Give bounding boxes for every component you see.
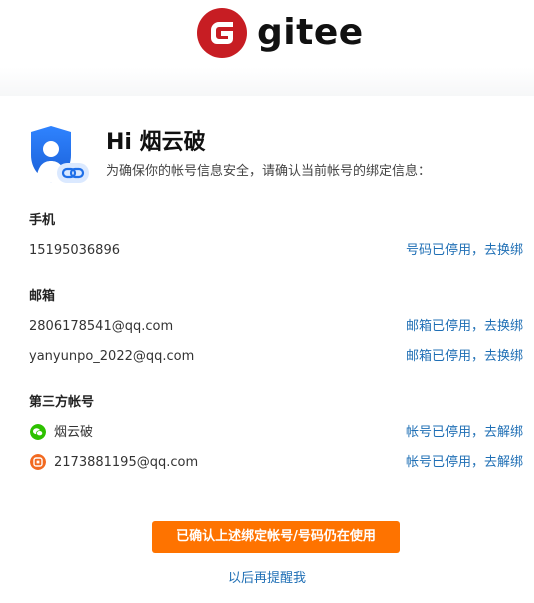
rebind-phone-link[interactable]: 号码已停用，去换绑 [406,241,523,261]
email-address: yanyunpo_2022@qq.com [29,349,195,364]
section-title-phone: 手机 [29,213,56,228]
qq-mail-icon [30,454,46,470]
confirm-bindings-button[interactable]: 已确认上述绑定帐号/号码仍在使用 [152,521,400,553]
section-title-email: 邮箱 [29,289,56,304]
wechat-account-name: 烟云破 [54,425,94,440]
intro-text: 为确保你的帐号信息安全，请确认当前帐号的绑定信息： [106,164,432,179]
unbind-wechat-link[interactable]: 帐号已停用，去解绑 [406,423,523,443]
rebind-email-link[interactable]: 邮箱已停用，去换绑 [406,317,523,337]
email-address: 2806178541@qq.com [29,319,174,334]
rebind-email-link[interactable]: 邮箱已停用，去换绑 [406,347,523,367]
gitee-logo-icon [197,8,247,58]
header-bar: gitee [0,0,534,96]
greeting-title: Hi 烟云破 [106,130,206,155]
wechat-icon [30,424,46,440]
section-title-third-party: 第三方帐号 [29,395,95,410]
phone-number: 15195036896 [29,243,120,258]
unbind-qq-link[interactable]: 帐号已停用，去解绑 [406,453,523,473]
brand-name: gitee [257,12,364,53]
gitee-logo[interactable]: gitee [197,8,364,58]
qq-account-email: 2173881195@qq.com [54,455,199,470]
account-security-shield-icon [31,126,89,183]
remind-later-link[interactable]: 以后再提醒我 [0,569,534,589]
